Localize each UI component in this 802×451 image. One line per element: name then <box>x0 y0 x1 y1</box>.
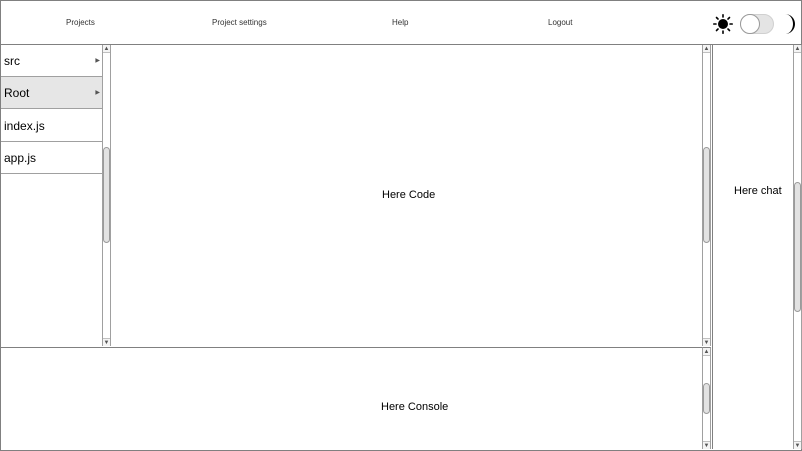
chat-placeholder: Here chat <box>734 185 782 197</box>
top-nav-bar: Projects Project settings Help Logout <box>1 1 801 45</box>
scroll-down-icon[interactable]: ▼ <box>794 441 801 449</box>
console-scrollbar[interactable]: ▲ ▼ <box>702 347 711 449</box>
code-scrollbar[interactable]: ▲ ▼ <box>702 45 711 346</box>
scroll-up-icon[interactable]: ▲ <box>103 45 110 53</box>
chat-scrollbar[interactable]: ▲ ▼ <box>793 45 802 449</box>
file-tree-item-label: Root <box>4 86 30 100</box>
chat-panel[interactable]: Here chat <box>712 45 794 449</box>
code-editor[interactable]: Here Code <box>112 45 702 346</box>
theme-toggle[interactable] <box>740 14 774 34</box>
expand-arrow-icon[interactable]: ▶ <box>95 77 100 109</box>
scroll-up-icon[interactable]: ▲ <box>703 348 710 356</box>
theme-toggle-knob <box>740 14 760 34</box>
file-tree-scrollbar[interactable]: ▲ ▼ <box>102 45 111 346</box>
scrollbar-thumb[interactable] <box>703 383 710 414</box>
scrollbar-thumb[interactable] <box>103 147 110 243</box>
file-tree-item-app-js[interactable]: app.js <box>1 142 102 174</box>
scroll-up-icon[interactable]: ▲ <box>794 45 801 53</box>
sun-icon[interactable] <box>713 14 733 34</box>
scroll-down-icon[interactable]: ▼ <box>103 338 110 346</box>
scrollbar-thumb[interactable] <box>794 182 801 312</box>
scroll-up-icon[interactable]: ▲ <box>703 45 710 53</box>
file-tree-item-src[interactable]: src ▶ <box>1 45 102 77</box>
console-placeholder: Here Console <box>381 401 449 413</box>
file-tree-item-label: src <box>4 54 20 68</box>
file-tree-item-index-js[interactable]: index.js <box>1 110 102 142</box>
expand-arrow-icon[interactable]: ▶ <box>95 45 100 77</box>
console-panel[interactable]: Here Console <box>1 347 702 450</box>
scroll-down-icon[interactable]: ▼ <box>703 338 710 346</box>
nav-link-projects[interactable]: Projects <box>66 18 95 27</box>
moon-icon[interactable] <box>781 13 797 35</box>
scroll-down-icon[interactable]: ▼ <box>703 441 710 449</box>
nav-link-logout[interactable]: Logout <box>548 18 572 27</box>
file-tree-item-label: app.js <box>4 151 37 165</box>
code-placeholder: Here Code <box>382 189 436 201</box>
scrollbar-thumb[interactable] <box>703 147 710 243</box>
nav-link-project-settings[interactable]: Project settings <box>212 18 267 27</box>
file-tree: src ▶ Root ▶ index.js app.js <box>1 45 102 346</box>
nav-link-help[interactable]: Help <box>392 18 408 27</box>
file-tree-item-label: index.js <box>4 119 45 133</box>
file-tree-item-root[interactable]: Root ▶ <box>1 77 102 109</box>
